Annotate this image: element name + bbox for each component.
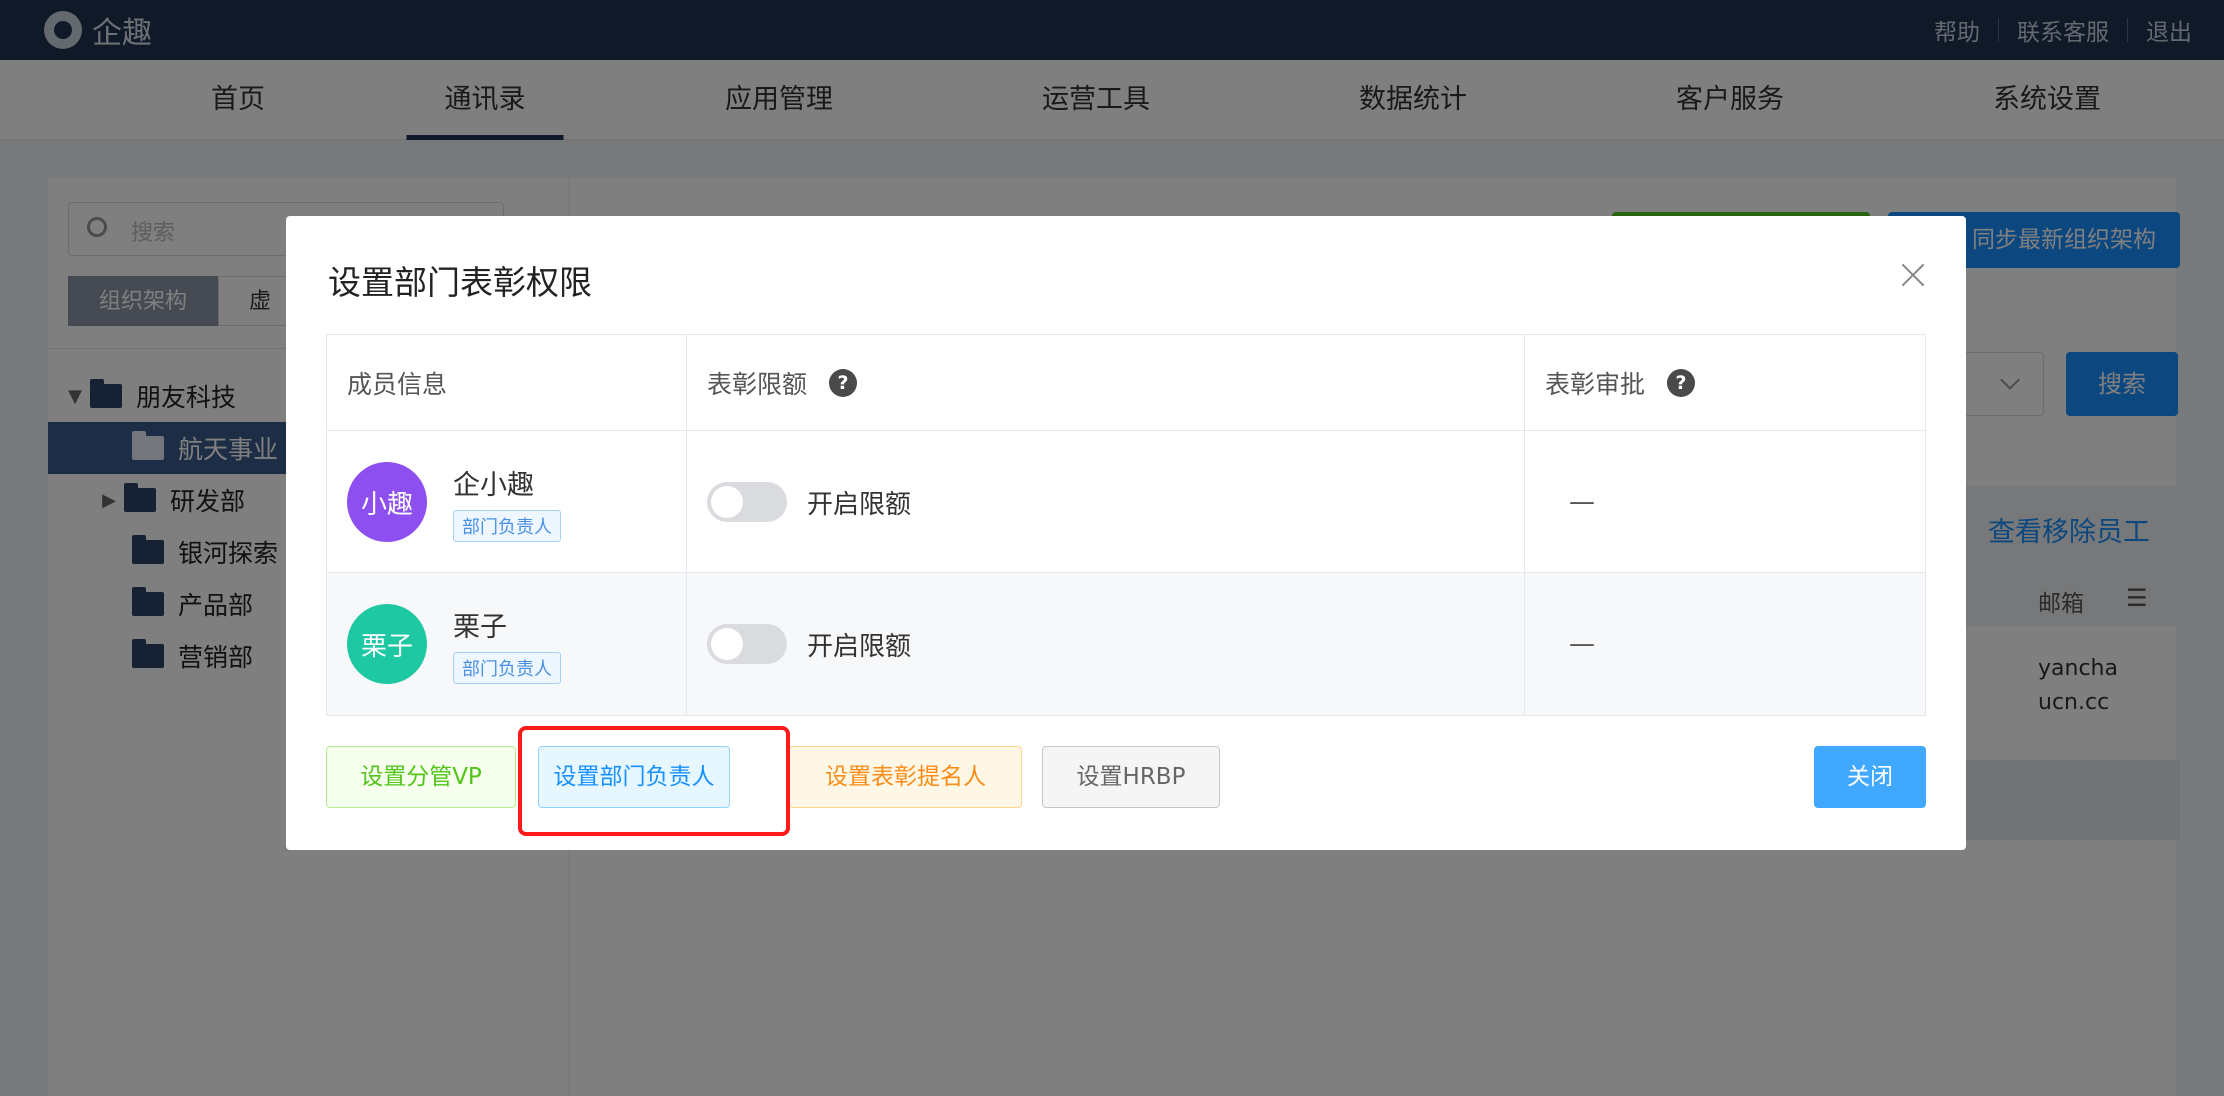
set-vp-button[interactable]: 设置分管VP	[326, 746, 516, 808]
member-name: 栗子	[453, 611, 507, 643]
approval-value: —	[1569, 487, 1595, 517]
column-header-member-info: 成员信息	[327, 335, 687, 431]
approval-value: —	[1569, 629, 1595, 659]
quota-toggle[interactable]	[707, 624, 787, 664]
quota-toggle[interactable]	[707, 482, 787, 522]
column-header-label: 表彰审批	[1545, 370, 1646, 399]
help-icon[interactable]: ?	[1667, 369, 1696, 397]
table-row: 小趣 企小趣 部门负责人 开启限额 —	[327, 431, 1925, 573]
avatar: 小趣	[347, 462, 427, 542]
permission-table: 成员信息 表彰限额? 表彰审批? 小趣 企小趣 部门负责人 开启限额 — 栗子 …	[326, 334, 1926, 716]
role-badge: 部门负责人	[453, 509, 561, 542]
column-header-approval: 表彰审批?	[1525, 335, 1925, 431]
table-row: 栗子 栗子 部门负责人 开启限额 —	[327, 573, 1925, 715]
member-name: 企小趣	[453, 469, 534, 501]
role-badge: 部门负责人	[453, 651, 561, 684]
help-icon[interactable]: ?	[829, 369, 858, 397]
set-nominator-button[interactable]: 设置表彰提名人	[789, 746, 1022, 808]
column-header-label: 表彰限额	[707, 370, 808, 399]
member-cell: 小趣 企小趣 部门负责人	[327, 431, 687, 573]
toggle-label: 开启限额	[807, 631, 912, 662]
close-button[interactable]: 关闭	[1814, 746, 1926, 808]
dialog-title: 设置部门表彰权限	[328, 263, 592, 302]
approval-cell: —	[1525, 573, 1925, 715]
avatar: 栗子	[347, 604, 427, 684]
member-info: 企小趣 部门负责人	[453, 463, 561, 542]
set-hrbp-button[interactable]: 设置HRBP	[1042, 746, 1220, 808]
close-icon[interactable]	[1898, 260, 1928, 290]
quota-cell: 开启限额	[687, 573, 1525, 715]
member-info: 栗子 部门负责人	[453, 605, 561, 684]
member-cell: 栗子 栗子 部门负责人	[327, 573, 687, 715]
column-header-quota: 表彰限额?	[687, 335, 1525, 431]
highlight-box	[518, 726, 790, 836]
toggle-label: 开启限额	[807, 489, 912, 520]
approval-cell: —	[1525, 431, 1925, 573]
table-header: 成员信息 表彰限额? 表彰审批?	[327, 335, 1925, 431]
quota-cell: 开启限额	[687, 431, 1525, 573]
column-header-label: 成员信息	[347, 370, 448, 399]
